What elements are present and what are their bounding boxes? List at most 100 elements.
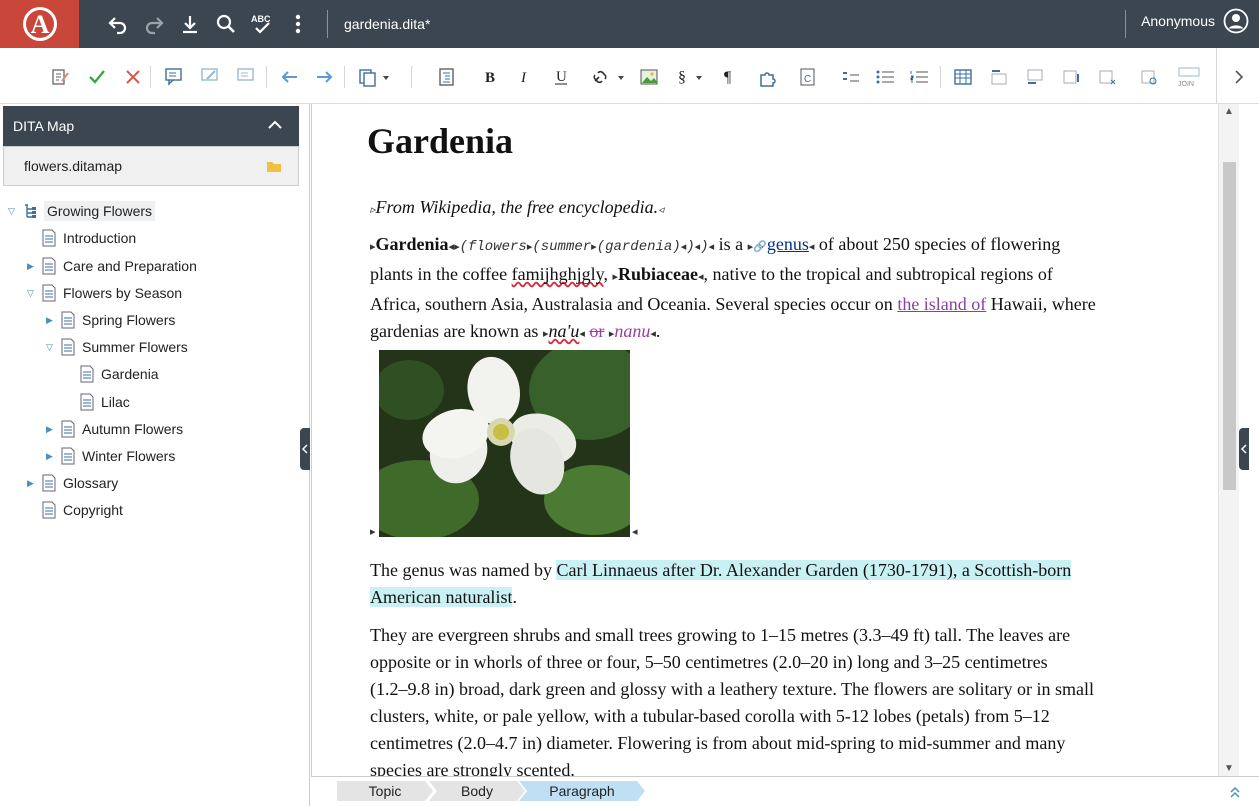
misspelled-word[interactable]: famijhghjgly bbox=[512, 264, 604, 284]
expand-arrow-icon[interactable]: ▶ bbox=[27, 478, 41, 489]
svg-text:JOIN: JOIN bbox=[1178, 81, 1194, 88]
insert-column-icon[interactable] bbox=[1058, 64, 1084, 90]
user-menu[interactable]: Anonymous bbox=[1141, 8, 1249, 34]
insert-row-above-icon[interactable] bbox=[986, 64, 1012, 90]
gardenia-image[interactable] bbox=[379, 350, 630, 537]
edit-attributes-icon[interactable] bbox=[47, 64, 73, 90]
side-panel-collapse-handle[interactable] bbox=[1239, 428, 1249, 470]
expand-up-icon[interactable] bbox=[1229, 785, 1241, 799]
next-change-icon[interactable] bbox=[312, 64, 338, 90]
review-options-dropdown[interactable] bbox=[354, 64, 394, 90]
logo-icon: A bbox=[22, 7, 57, 41]
collapse-arrow-icon[interactable]: ▽ bbox=[27, 288, 41, 299]
spellcheck-icon[interactable]: ABC bbox=[244, 6, 280, 42]
map-file-row[interactable]: flowers.ditamap bbox=[3, 146, 299, 186]
search-icon[interactable] bbox=[208, 6, 244, 42]
join-cells-button[interactable]: JOIN bbox=[1174, 64, 1204, 90]
topic-icon bbox=[42, 501, 56, 519]
sidebar-collapse-handle[interactable] bbox=[300, 428, 310, 470]
top-bar: A ABC gardenia.dita* Anonymous bbox=[0, 0, 1259, 48]
toolbar-more-chevron-icon[interactable] bbox=[1226, 64, 1252, 90]
chevron-up-icon[interactable] bbox=[267, 118, 283, 132]
tree-item-introduction[interactable]: Introduction bbox=[27, 227, 136, 249]
tree-item-lilac[interactable]: Lilac bbox=[65, 391, 130, 413]
expand-arrow-icon[interactable]: ▶ bbox=[27, 261, 41, 272]
body-paragraph-3[interactable]: They are evergreen shrubs and small tree… bbox=[370, 622, 1160, 776]
svg-text:A: A bbox=[30, 10, 49, 39]
shortdesc-paragraph[interactable]: ▹From Wikipedia, the free encyclopedia.◃ bbox=[370, 194, 1160, 224]
redo-icon[interactable] bbox=[136, 6, 172, 42]
insert-dl-icon[interactable] bbox=[838, 64, 864, 90]
insert-table-icon[interactable] bbox=[950, 64, 976, 90]
tree-item-care-and-preparation[interactable]: ▶ Care and Preparation bbox=[27, 255, 197, 277]
image-tag-start: ▸ bbox=[370, 526, 376, 538]
more-icon[interactable] bbox=[280, 6, 316, 42]
accept-change-icon[interactable] bbox=[84, 64, 110, 90]
add-comment-icon[interactable] bbox=[162, 64, 188, 90]
tree-item-gardenia[interactable]: Gardenia bbox=[65, 363, 159, 385]
previous-change-icon[interactable] bbox=[276, 64, 302, 90]
app-logo[interactable]: A bbox=[0, 0, 79, 48]
undo-icon[interactable] bbox=[100, 6, 136, 42]
expand-arrow-icon[interactable]: ▶ bbox=[46, 451, 60, 462]
topic-icon bbox=[61, 338, 75, 356]
folder-icon[interactable] bbox=[266, 159, 282, 173]
underline-icon[interactable]: U bbox=[548, 64, 574, 90]
insert-link-dropdown[interactable] bbox=[588, 64, 628, 90]
vertical-scrollbar[interactable]: ▲ ▼ bbox=[1218, 104, 1239, 776]
show-tags-icon[interactable]: ¶ bbox=[716, 64, 742, 90]
unordered-list-icon[interactable] bbox=[872, 64, 898, 90]
editor-canvas[interactable]: Gardenia ▹From Wikipedia, the free encyc… bbox=[311, 104, 1218, 776]
breadcrumb-topic[interactable]: Topic bbox=[337, 781, 433, 801]
bold-icon[interactable]: B bbox=[477, 64, 503, 90]
scrollbar-thumb[interactable] bbox=[1223, 162, 1236, 490]
tree-item-growing-flowers[interactable]: ▽ Growing Flowers bbox=[8, 200, 156, 222]
scroll-down-icon[interactable]: ▼ bbox=[1224, 763, 1234, 774]
topic-icon bbox=[61, 420, 75, 438]
document-title[interactable]: Gardenia bbox=[367, 120, 513, 162]
genus-link[interactable]: genus bbox=[767, 234, 809, 254]
expand-arrow-icon[interactable]: ▶ bbox=[46, 424, 60, 435]
dita-map-header[interactable]: DITA Map bbox=[3, 106, 299, 146]
reply-comment-icon[interactable] bbox=[234, 64, 260, 90]
image-tag-end: ◂ bbox=[632, 526, 638, 538]
insert-section-dropdown[interactable]: § bbox=[672, 64, 712, 90]
inserted-text[interactable]: nanu bbox=[614, 321, 650, 341]
insert-conref-icon[interactable]: C bbox=[794, 64, 820, 90]
ordered-list-icon[interactable] bbox=[906, 64, 932, 90]
svg-text:C: C bbox=[804, 74, 811, 85]
topic-icon bbox=[42, 229, 56, 247]
tree-item-glossary[interactable]: ▶ Glossary bbox=[27, 472, 118, 494]
breadcrumb-paragraph[interactable]: Paragraph bbox=[519, 781, 645, 801]
editing-toolbar: B I U § ¶ C JOIN bbox=[0, 48, 1259, 104]
body-paragraph-2[interactable]: The genus was named by Carl Linnaeus aft… bbox=[370, 557, 1160, 611]
tree-item-copyright[interactable]: Copyright bbox=[27, 499, 123, 521]
highlighted-comment-text[interactable]: Carl Linnaeus after Dr. Alexander Garden… bbox=[556, 560, 1072, 580]
tree-item-summer-flowers[interactable]: ▽ Summer Flowers bbox=[46, 336, 188, 358]
tag-end-marker: ◃ bbox=[658, 204, 664, 216]
insert-image-icon[interactable] bbox=[636, 64, 662, 90]
document-structure-icon[interactable] bbox=[434, 64, 460, 90]
delete-column-icon[interactable] bbox=[1094, 64, 1120, 90]
reject-change-icon[interactable] bbox=[120, 64, 146, 90]
body-paragraph-1[interactable]: ▸Gardenia◂▸(flowers▸(summer▸(gardenia)◂)… bbox=[370, 231, 1160, 348]
edit-comment-icon[interactable] bbox=[198, 64, 224, 90]
breadcrumb-body[interactable]: Body bbox=[429, 781, 525, 801]
collapse-arrow-icon[interactable]: ▽ bbox=[8, 206, 22, 217]
italic-icon[interactable]: I bbox=[512, 64, 538, 90]
table-properties-icon[interactable] bbox=[1136, 64, 1162, 90]
insert-component-icon[interactable] bbox=[756, 64, 782, 90]
tree-item-autumn-flowers[interactable]: ▶ Autumn Flowers bbox=[46, 418, 183, 440]
scroll-up-icon[interactable]: ▲ bbox=[1224, 106, 1234, 117]
deleted-text[interactable]: or bbox=[589, 321, 604, 341]
island-link[interactable]: the island of bbox=[897, 294, 986, 314]
tree-item-winter-flowers[interactable]: ▶ Winter Flowers bbox=[46, 445, 175, 467]
tree-item-flowers-by-season[interactable]: ▽ Flowers by Season bbox=[27, 282, 182, 304]
expand-arrow-icon[interactable]: ▶ bbox=[46, 315, 60, 326]
tree-item-spring-flowers[interactable]: ▶ Spring Flowers bbox=[46, 309, 175, 331]
download-icon[interactable] bbox=[172, 6, 208, 42]
topic-icon bbox=[61, 447, 75, 465]
gardenia-flower-image bbox=[379, 350, 630, 537]
collapse-arrow-icon[interactable]: ▽ bbox=[46, 342, 60, 353]
insert-row-below-icon[interactable] bbox=[1022, 64, 1048, 90]
